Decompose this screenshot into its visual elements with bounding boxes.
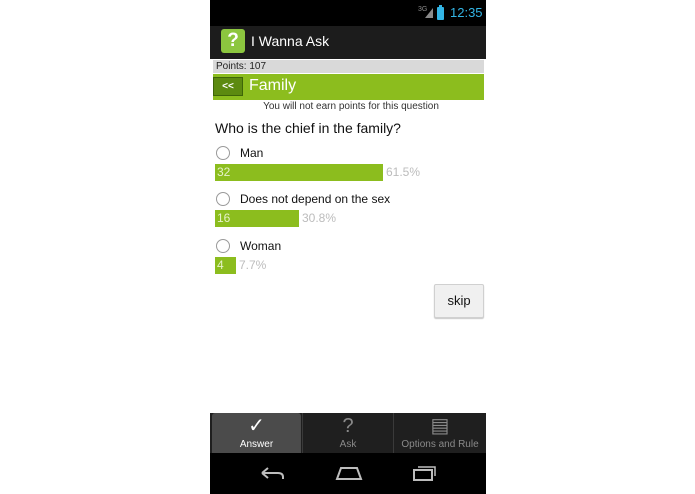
vote-percent: 61.5%	[386, 165, 421, 179]
recent-apps-icon[interactable]	[410, 465, 438, 481]
home-icon[interactable]	[334, 465, 364, 481]
back-icon[interactable]	[258, 465, 286, 481]
signal-icon	[425, 8, 433, 18]
vote-percent: 30.8%	[302, 211, 337, 225]
radio-button[interactable]	[216, 192, 230, 206]
points-notice: You will not earn points for this questi…	[263, 101, 439, 112]
vote-count: 4	[217, 258, 224, 272]
result-bar: 4	[215, 257, 236, 274]
back-button[interactable]: <<	[213, 77, 243, 96]
option-label: Does not depend on the sex	[240, 192, 391, 206]
result-bar: 32	[215, 164, 383, 181]
question-text: Who is the chief in the family?	[215, 120, 401, 136]
answer-option[interactable]: Woman	[216, 239, 476, 255]
status-time: 12:35	[450, 5, 483, 20]
vote-percent: 7.7%	[239, 258, 267, 272]
question-mark-icon[interactable]: ?	[221, 29, 245, 53]
category-bar: << Family	[213, 74, 484, 100]
option-label: Man	[240, 146, 264, 160]
category-title: Family	[249, 77, 297, 94]
answer-option[interactable]: Man	[216, 146, 476, 162]
system-nav-bar	[210, 453, 486, 494]
result-bar: 16	[215, 210, 299, 227]
skip-button[interactable]: skip	[434, 284, 484, 318]
question-icon: ?	[342, 415, 354, 437]
phone-screen: 3G 12:35 ? I Wanna Ask Points: 107 << Fa…	[210, 0, 486, 494]
list-icon: ▤	[430, 415, 450, 437]
tab-label: Ask	[339, 439, 357, 450]
radio-button[interactable]	[216, 239, 230, 253]
battery-icon	[437, 5, 444, 20]
check-icon: ✓	[248, 415, 265, 437]
radio-button[interactable]	[216, 146, 230, 160]
tab-label: Answer	[239, 439, 274, 450]
vote-count: 16	[217, 211, 231, 225]
option-label: Woman	[240, 239, 282, 253]
tab-label: Options and Rule	[401, 439, 479, 450]
tab-answer[interactable]: ✓ Answer	[212, 413, 301, 453]
bottom-tab-bar: ✓ Answer ? Ask ▤ Options and Rule	[210, 413, 486, 453]
answer-option[interactable]: Does not depend on the sex	[216, 192, 476, 208]
status-bar: 3G 12:35	[210, 0, 486, 26]
app-title: I Wanna Ask	[251, 33, 330, 49]
tab-ask[interactable]: ? Ask	[303, 413, 393, 453]
vote-count: 32	[217, 165, 231, 179]
points-display: Points: 107	[213, 60, 484, 73]
action-bar: ? I Wanna Ask	[210, 26, 486, 59]
tab-options-and-rule[interactable]: ▤ Options and Rule	[394, 413, 486, 453]
